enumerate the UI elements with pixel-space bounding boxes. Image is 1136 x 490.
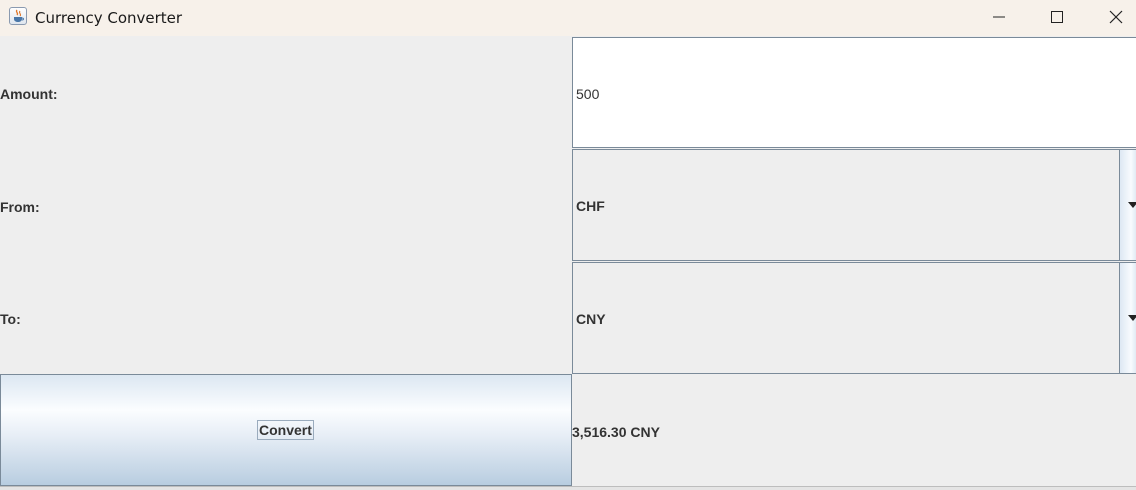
- from-dropdown-button[interactable]: [1119, 150, 1136, 260]
- close-button[interactable]: [1087, 0, 1136, 34]
- to-dropdown-button[interactable]: [1119, 263, 1136, 373]
- from-currency-select[interactable]: CHF: [572, 149, 1136, 261]
- minimize-button[interactable]: [970, 0, 1028, 34]
- from-label: From:: [0, 199, 40, 215]
- to-label: To:: [0, 311, 21, 327]
- java-cup-icon: [9, 7, 27, 25]
- from-currency-value: CHF: [576, 198, 605, 214]
- close-icon: [1109, 10, 1123, 24]
- chevron-down-icon: [1128, 202, 1136, 208]
- title-bar[interactable]: Currency Converter: [0, 0, 1136, 36]
- currency-converter-window: Currency Converter Amount: 500 From: CHF: [0, 0, 1136, 490]
- maximize-icon: [1051, 11, 1063, 23]
- amount-input[interactable]: 500: [572, 37, 1136, 148]
- convert-button-label: Convert: [257, 420, 314, 440]
- convert-button[interactable]: Convert: [0, 374, 572, 486]
- amount-value: 500: [576, 86, 600, 102]
- minimize-icon: [993, 16, 1005, 18]
- window-bottom-edge: [0, 486, 1136, 490]
- to-currency-select[interactable]: CNY: [572, 262, 1136, 374]
- window-title: Currency Converter: [35, 9, 183, 27]
- chevron-down-icon: [1128, 315, 1136, 321]
- to-currency-value: CNY: [576, 311, 606, 327]
- maximize-button[interactable]: [1028, 0, 1086, 34]
- conversion-result: 3,516.30 CNY: [572, 424, 660, 440]
- amount-label: Amount:: [0, 86, 58, 102]
